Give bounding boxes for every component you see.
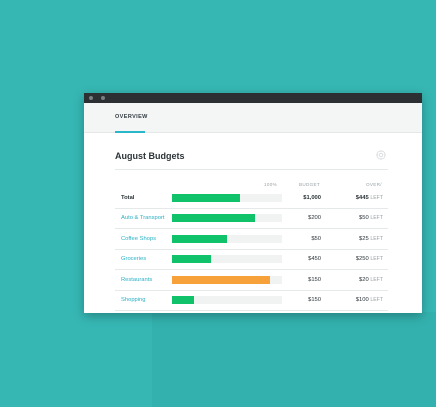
row-divider — [115, 269, 388, 271]
row-budget-value: $50 — [311, 235, 321, 242]
row-remaining-amount: $100 — [355, 297, 369, 303]
panel-title: August Budgets — [115, 151, 185, 161]
row-remaining-amount: $50 — [359, 215, 369, 222]
progress-bar-track — [172, 275, 282, 284]
row-remaining: $50 LEFT — [323, 215, 383, 221]
title-divider — [115, 169, 388, 170]
window-titlebar — [84, 93, 422, 103]
row-remaining-suffix: LEFT — [370, 256, 383, 263]
row-remaining: $25 LEFT — [323, 236, 383, 242]
row-remaining-suffix: LEFT — [370, 235, 383, 242]
row-remaining-suffix: LEFT — [370, 276, 383, 283]
gear-icon[interactable] — [376, 150, 386, 160]
column-header-over: OVER/ — [366, 182, 382, 187]
row-category-label: Total — [121, 195, 135, 201]
progress-bar-fill — [172, 275, 270, 284]
progress-bar-track — [172, 214, 282, 223]
tab-overview[interactable]: OVERVIEW — [115, 114, 148, 120]
row-category-label[interactable]: Auto & Transport — [121, 215, 165, 221]
column-header-percent: 100% — [264, 182, 277, 187]
row-divider — [115, 228, 388, 230]
row-remaining-amount: $250 — [355, 256, 369, 263]
progress-bar-fill — [172, 296, 194, 304]
progress-bar-fill — [172, 255, 211, 264]
row-budget-value: $450 — [308, 256, 321, 263]
row-category-label[interactable]: Restaurants — [121, 277, 152, 283]
row-budget-value: $200 — [308, 215, 321, 222]
progress-bar-fill — [172, 194, 241, 202]
row-category-label[interactable]: Coffee Shops — [121, 236, 156, 242]
row-budget-value: $1,000 — [303, 195, 321, 201]
row-remaining-suffix: LEFT — [370, 215, 383, 222]
row-remaining-amount: $445 — [355, 195, 369, 201]
row-remaining: $20 LEFT — [323, 277, 383, 283]
progress-bar-track — [172, 296, 282, 304]
progress-bar-track — [172, 194, 282, 202]
progress-bar-fill — [172, 214, 255, 223]
row-divider — [115, 310, 388, 311]
column-header-budget: BUDGET — [299, 182, 320, 187]
row-remaining-suffix: LEFT — [370, 195, 383, 201]
background-strip — [152, 312, 436, 407]
row-remaining-suffix: LEFT — [370, 297, 383, 303]
row-remaining: $250 LEFT — [323, 256, 383, 262]
row-divider — [115, 248, 388, 250]
row-budget-value: $150 — [308, 276, 321, 283]
row-divider — [115, 208, 388, 209]
progress-bar-track — [172, 234, 282, 243]
tab-active-indicator — [115, 131, 145, 133]
progress-bar-fill — [172, 234, 227, 243]
row-remaining: $445 LEFT — [323, 195, 383, 201]
app-window: OVERVIEW August Budgets 100% BUDGET OVER… — [84, 93, 422, 313]
row-category-label[interactable]: Shopping — [121, 297, 146, 303]
row-divider — [115, 289, 388, 291]
row-budget-value: $150 — [308, 297, 321, 303]
row-remaining: $100 LEFT — [323, 297, 383, 303]
tab-bar: OVERVIEW — [84, 103, 422, 133]
row-remaining-amount: $25 — [359, 235, 369, 242]
window-dot-icon[interactable] — [101, 96, 105, 100]
progress-bar-track — [172, 255, 282, 264]
row-remaining-amount: $20 — [359, 276, 369, 283]
row-category-label[interactable]: Groceries — [121, 256, 146, 262]
window-dot-icon[interactable] — [89, 96, 93, 100]
